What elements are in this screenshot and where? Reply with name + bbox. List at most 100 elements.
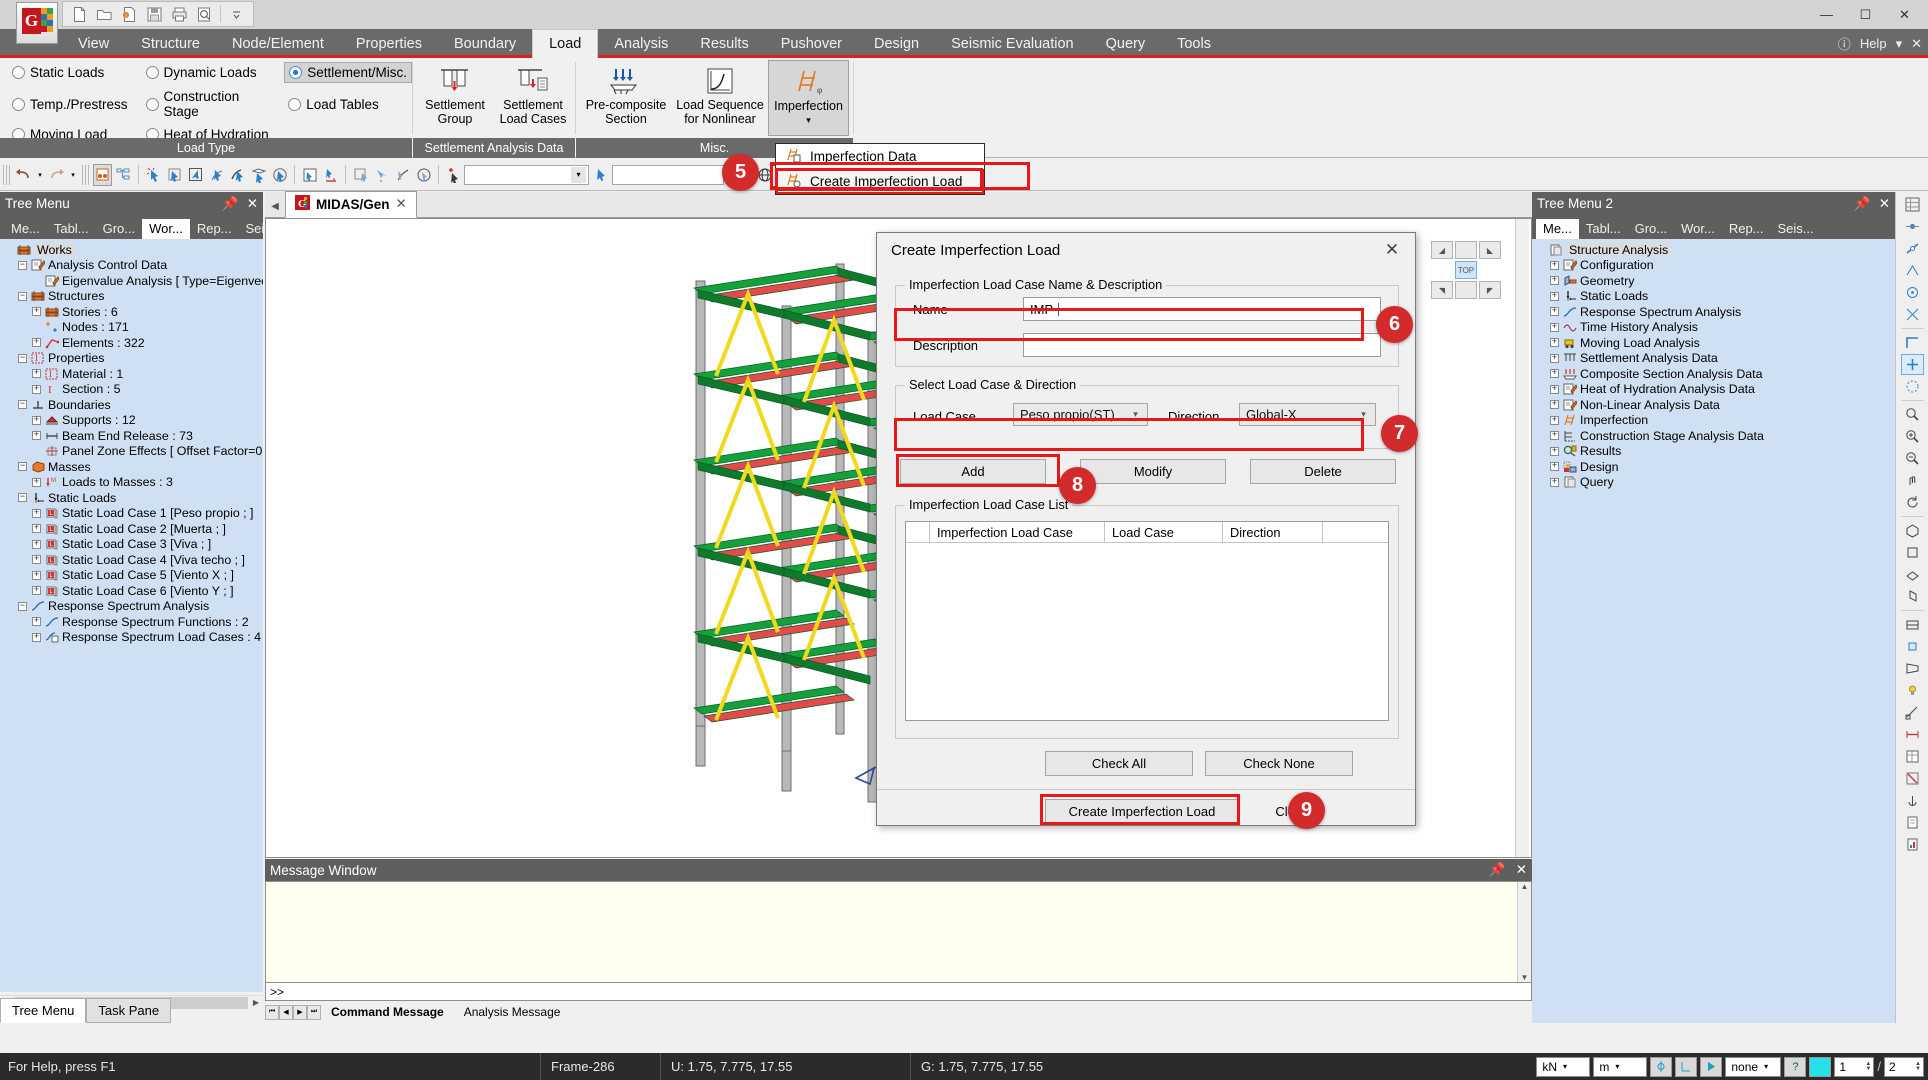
- pre-composite-section-button[interactable]: Pre-composite Section: [580, 60, 672, 134]
- select-newly-icon[interactable]: [321, 164, 340, 186]
- left-tab-report[interactable]: Rep...: [190, 219, 239, 239]
- modify-button[interactable]: Modify: [1080, 459, 1226, 484]
- collapse-icon[interactable]: −: [18, 493, 27, 503]
- right-tab-menu[interactable]: Me...: [1536, 219, 1579, 239]
- right-tab-table[interactable]: Tabl...: [1579, 219, 1628, 239]
- ortho-icon[interactable]: [1901, 332, 1924, 353]
- tree-structure-icon[interactable]: [114, 164, 133, 186]
- tab-structure[interactable]: Structure: [125, 29, 216, 58]
- tree-item[interactable]: − Masses: [4, 459, 263, 475]
- radio-construction-stage[interactable]: Construction Stage: [142, 87, 275, 121]
- menu-item-imperfection-data[interactable]: Imperfection Data: [776, 144, 984, 169]
- create-imperfection-load-button[interactable]: Create Imperfection Load: [1045, 799, 1239, 824]
- tree-item[interactable]: + L Static Load Case 2 [Muerta ; ]: [4, 521, 263, 537]
- pin-icon[interactable]: 📌: [1854, 196, 1871, 212]
- zoom-in-icon[interactable]: [1901, 426, 1924, 447]
- expand-icon[interactable]: +: [1550, 322, 1559, 332]
- view-iso-right-icon[interactable]: ◣: [1479, 241, 1501, 259]
- page-icon[interactable]: [1901, 812, 1924, 833]
- snap-point-icon[interactable]: [1901, 216, 1924, 237]
- rotate-icon[interactable]: [1901, 492, 1924, 513]
- tree-item[interactable]: + Static Loads: [1536, 289, 1895, 305]
- chevron-down-icon[interactable]: ▾: [1615, 1062, 1619, 1071]
- tree-item[interactable]: + Moving Load Analysis: [1536, 335, 1895, 351]
- tree-item[interactable]: + Results: [1536, 444, 1895, 460]
- tab-pushover[interactable]: Pushover: [765, 29, 858, 58]
- expand-icon[interactable]: +: [32, 369, 41, 379]
- pin-icon[interactable]: 📌: [1489, 862, 1506, 878]
- check-none-button[interactable]: Check None: [1205, 751, 1353, 776]
- customize-icon[interactable]: [224, 3, 249, 26]
- shrink-icon[interactable]: [1901, 636, 1924, 657]
- view-iso-bottom-right-icon[interactable]: ◤: [1479, 281, 1501, 299]
- radio-static-loads[interactable]: Static Loads: [8, 62, 132, 83]
- report-icon[interactable]: [1901, 834, 1924, 855]
- length-unit-select[interactable]: m ▾: [1593, 1056, 1648, 1077]
- minimize-button[interactable]: —: [1807, 2, 1846, 28]
- right-tree-content[interactable]: Structure Analysis + Configuration + Geometr…: [1532, 239, 1895, 1023]
- scroll-up-arrow-icon[interactable]: ▲: [1521, 882, 1529, 891]
- list-col-direction[interactable]: Direction: [1223, 522, 1323, 543]
- left-tab-group[interactable]: Gro...: [96, 219, 143, 239]
- canvas-vertical-scrollbar[interactable]: [1515, 219, 1529, 857]
- toolbar-grip-2[interactable]: [82, 164, 89, 185]
- expand-icon[interactable]: +: [32, 508, 41, 518]
- select-plane-icon[interactable]: [249, 164, 268, 186]
- expand-icon[interactable]: +: [32, 338, 41, 348]
- left-tab-menu[interactable]: Me...: [4, 219, 47, 239]
- unselect-intersect-icon[interactable]: [393, 164, 412, 186]
- expand-icon[interactable]: +: [1550, 384, 1559, 394]
- scale-icon[interactable]: [1901, 702, 1924, 723]
- undo-icon[interactable]: [14, 164, 33, 186]
- select-volume-icon[interactable]: [270, 164, 289, 186]
- tab-boundary[interactable]: Boundary: [438, 29, 532, 58]
- tab-analysis[interactable]: Analysis: [598, 29, 684, 58]
- tree-item[interactable]: + Stories : 6: [4, 304, 263, 320]
- list-col-imperfection-load-case[interactable]: Imperfection Load Case: [930, 522, 1105, 543]
- message-tab-command[interactable]: Command Message: [321, 1003, 454, 1021]
- wireframe-icon[interactable]: [1901, 614, 1924, 635]
- collapse-icon[interactable]: −: [18, 291, 27, 301]
- expand-icon[interactable]: +: [32, 539, 41, 549]
- help-label[interactable]: Help: [1860, 36, 1887, 51]
- zoom-fit-icon[interactable]: [1901, 404, 1924, 425]
- tree-item[interactable]: + Response Spectrum Analysis: [1536, 304, 1895, 320]
- close-window-button[interactable]: ✕: [1885, 2, 1924, 28]
- collapse-icon[interactable]: −: [18, 601, 27, 611]
- left-view-icon[interactable]: [1901, 586, 1924, 607]
- load-case-select[interactable]: Peso propio(ST) ▾: [1013, 403, 1148, 426]
- select-node-icon[interactable]: [444, 164, 463, 186]
- select-previous-icon[interactable]: [300, 164, 319, 186]
- expand-icon[interactable]: +: [32, 632, 41, 642]
- tab-load[interactable]: Load: [532, 29, 599, 58]
- dialog-close-icon[interactable]: ✕: [1379, 240, 1405, 260]
- expand-icon[interactable]: +: [1550, 338, 1559, 348]
- list-col-extra[interactable]: [1323, 522, 1388, 543]
- tab-prev-icon[interactable]: ◀: [279, 1004, 293, 1020]
- help-question-icon[interactable]: ?: [1784, 1056, 1807, 1077]
- redo-dropdown-icon[interactable]: ▾: [68, 164, 78, 186]
- undo-dropdown-icon[interactable]: ▾: [35, 164, 45, 186]
- save-icon[interactable]: [142, 3, 167, 26]
- load-sequence-for-nonlinear-button[interactable]: Load Sequence for Nonlinear: [674, 60, 766, 134]
- tree-item[interactable]: + Geometry: [1536, 273, 1895, 289]
- ucs-axes-icon[interactable]: [1675, 1056, 1698, 1077]
- direction-select[interactable]: Global-X ▾: [1239, 403, 1376, 426]
- iso-view-icon[interactable]: [1901, 520, 1924, 541]
- left-tree-content[interactable]: Works − Analysis Control Data Eigenvalue An…: [0, 239, 263, 992]
- color-swatch[interactable]: [1809, 1056, 1832, 1077]
- expand-icon[interactable]: +: [32, 431, 41, 441]
- collapse-icon[interactable]: −: [18, 400, 27, 410]
- close-icon[interactable]: ✕: [247, 196, 258, 212]
- pin-icon[interactable]: 📌: [222, 196, 239, 212]
- imperfection-dropdown-arrow-icon[interactable]: ▾: [806, 113, 811, 127]
- snap-line-icon[interactable]: [1901, 238, 1924, 259]
- chevron-down-icon[interactable]: ▾: [1764, 1062, 1768, 1071]
- expand-icon[interactable]: +: [1550, 400, 1559, 410]
- works-tree-icon[interactable]: [93, 163, 112, 186]
- tree-item[interactable]: + Composite Section Analysis Data: [1536, 366, 1895, 382]
- message-window-body[interactable]: ▲ ▼: [265, 881, 1532, 983]
- spinner-arrows-icon[interactable]: ▲ ▼: [1915, 1061, 1921, 1072]
- name-input[interactable]: IMP-: [1023, 297, 1381, 321]
- imperfection-load-case-list[interactable]: Imperfection Load Case Load Case Directi…: [905, 521, 1389, 721]
